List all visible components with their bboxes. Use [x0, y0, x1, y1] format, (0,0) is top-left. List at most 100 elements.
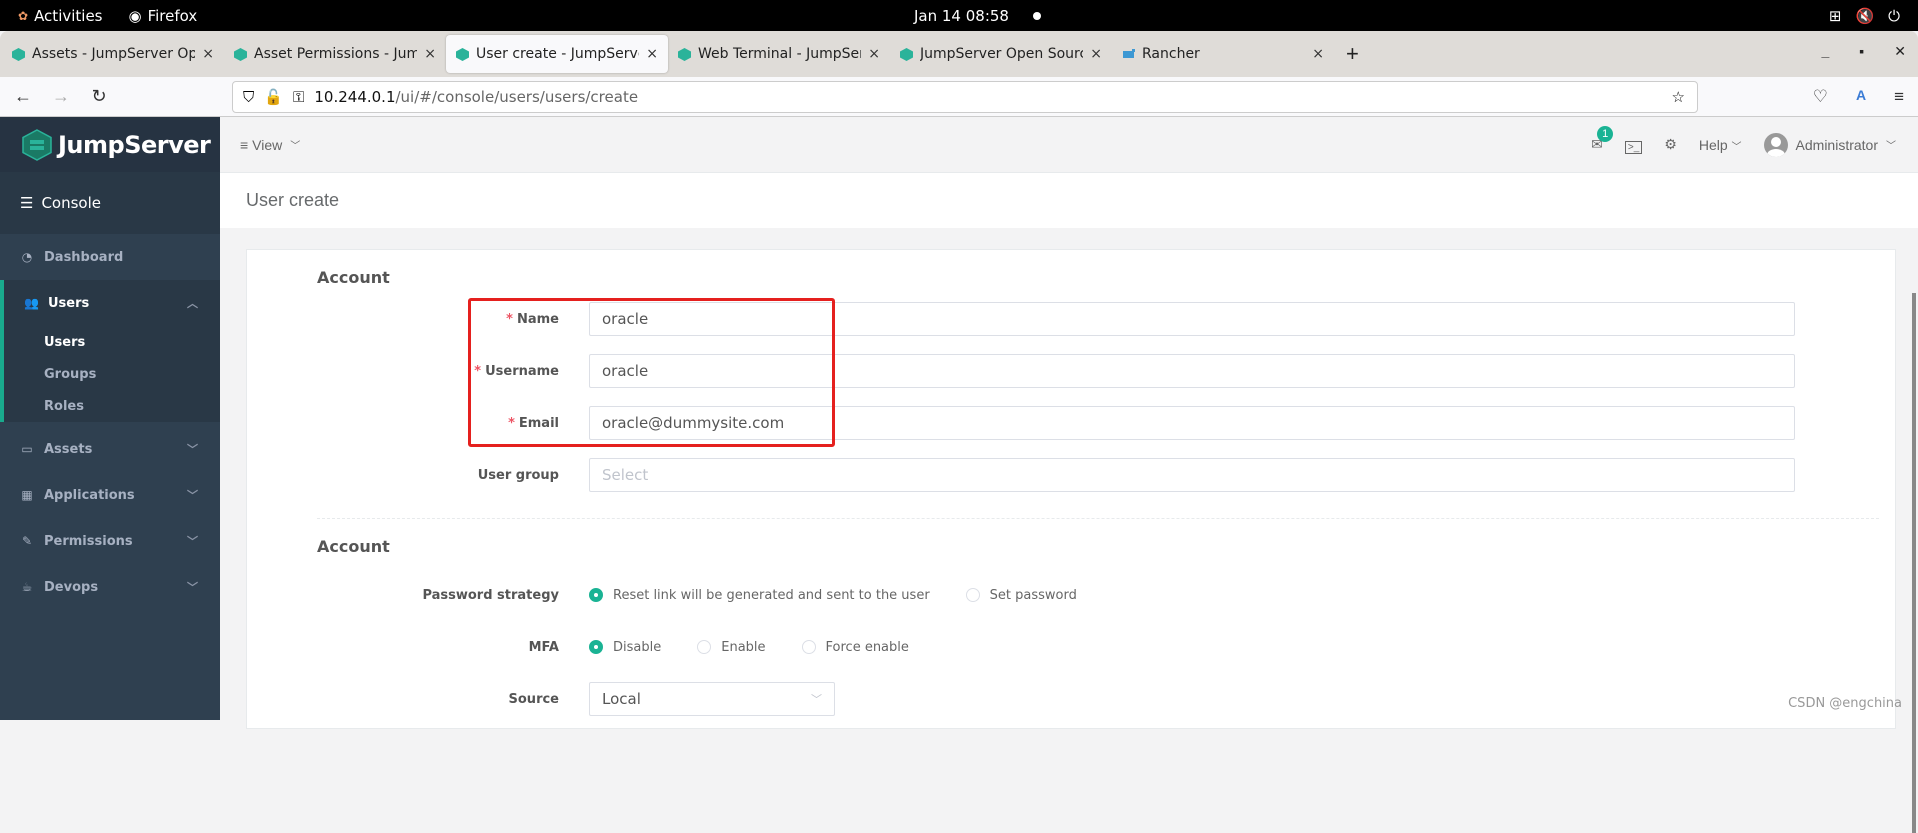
user-menu[interactable]: Administrator ﹀: [1764, 133, 1896, 157]
tab-bar: Assets - JumpServer Open × Asset Permiss…: [0, 31, 1918, 77]
radio-set-password[interactable]: Set password: [966, 588, 1077, 603]
radio-mfa-force-enable[interactable]: Force enable: [802, 640, 909, 655]
power-icon: ⏻: [1888, 7, 1900, 25]
forward-button[interactable]: →: [46, 86, 76, 107]
user-create-form: Account *Name oracle *Username oracle *E…: [246, 249, 1896, 729]
chevron-down-icon: ﹀: [187, 579, 198, 595]
clock[interactable]: Jan 14 08:58: [914, 7, 1041, 25]
users-icon: 👥: [24, 296, 38, 310]
avatar: [1764, 133, 1788, 157]
shield-icon[interactable]: ⛉: [243, 88, 254, 106]
hamburger-icon: ≡: [240, 137, 248, 153]
console-switch[interactable]: ☰ Console: [0, 172, 220, 234]
messages-button[interactable]: ✉ 1: [1591, 136, 1603, 153]
tab-rancher[interactable]: Rancher ×: [1112, 35, 1334, 73]
help-menu[interactable]: Help ﹀: [1699, 137, 1742, 153]
close-tab-icon[interactable]: ×: [202, 46, 214, 62]
watermark: CSDN @engchina: [1788, 696, 1902, 711]
form-row-mfa: MFA Disable Enable Force enable: [247, 630, 1895, 664]
jumpserver-favicon-icon: [234, 48, 247, 61]
sidebar-group-users: 👥 Users ︿ Users Groups Roles: [0, 280, 220, 422]
close-tab-icon[interactable]: ×: [646, 46, 658, 62]
email-input[interactable]: oracle@dummysite.com: [589, 406, 1795, 440]
sidebar-item-dashboard[interactable]: ◔ Dashboard: [0, 234, 220, 280]
bookmark-star-icon[interactable]: ☆: [1672, 88, 1685, 106]
notification-dot-icon: [1033, 12, 1041, 20]
radio-mfa-disable[interactable]: Disable: [589, 640, 661, 655]
sidebar-item-applications[interactable]: ▦ Applications ﹀: [0, 472, 220, 518]
back-button[interactable]: ←: [8, 86, 38, 107]
maximize-button[interactable]: ▪: [1859, 43, 1864, 60]
tab-assets[interactable]: Assets - JumpServer Open ×: [2, 35, 224, 73]
navigation-toolbar: ← → ↻ ⛉ 🔓 ⚿ 10.244.0.1/ui/#/console/user…: [0, 77, 1918, 117]
sidebar-subitem-roles[interactable]: Roles: [4, 390, 220, 422]
jumpserver-app: JumpServer ☰ Console ◔ Dashboard 👥 Users…: [0, 117, 1918, 720]
name-input[interactable]: oracle: [589, 302, 1795, 336]
radio-reset-link[interactable]: Reset link will be generated and sent to…: [589, 588, 930, 603]
mfa-radio-group: Disable Enable Force enable: [589, 640, 945, 655]
coffee-icon: ☕: [20, 580, 34, 594]
toolbar-right: ♡ A ≡: [1813, 87, 1904, 107]
user-group-select[interactable]: Select: [589, 458, 1795, 492]
close-window-button[interactable]: ✕: [1894, 43, 1906, 60]
close-tab-icon[interactable]: ×: [1312, 46, 1324, 62]
chevron-down-icon: ﹀: [1732, 142, 1742, 153]
web-terminal-button[interactable]: >_: [1625, 137, 1642, 153]
chevron-down-icon: ﹀: [187, 487, 198, 503]
tab-asset-permissions[interactable]: Asset Permissions - Jump ×: [224, 35, 446, 73]
insecure-lock-icon[interactable]: 🔓: [264, 88, 283, 106]
settings-button[interactable]: ⚙: [1664, 136, 1677, 153]
source-select[interactable]: Local ﹀: [589, 682, 835, 716]
form-row-username: *Username oracle: [247, 354, 1895, 388]
sliders-icon: ☰: [20, 194, 33, 212]
jumpserver-logo-icon: [22, 129, 52, 161]
grid-icon: ▦: [20, 488, 34, 502]
close-tab-icon[interactable]: ×: [1090, 46, 1102, 62]
dashboard-icon: ◔: [20, 250, 34, 264]
view-menu[interactable]: ≡ View ﹀: [240, 137, 300, 153]
logo[interactable]: JumpServer: [0, 117, 220, 172]
network-icon: ⊞: [1829, 7, 1842, 25]
url-bar[interactable]: ⛉ 🔓 ⚿ 10.244.0.1/ui/#/console/users/user…: [232, 81, 1698, 113]
sidebar-item-permissions[interactable]: ✎ Permissions ﹀: [0, 518, 220, 564]
system-tray[interactable]: ⊞ 🔇 ⏻: [1829, 7, 1900, 25]
sidebar: JumpServer ☰ Console ◔ Dashboard 👥 Users…: [0, 117, 220, 720]
section-title-account: Account: [317, 268, 390, 287]
gear-icon: ⚙: [1664, 136, 1677, 152]
tab-jumpserver-open-source[interactable]: JumpServer Open Source ×: [890, 35, 1112, 73]
sidebar-item-assets[interactable]: ▭ Assets ﹀: [0, 426, 220, 472]
terminal-icon: >_: [1625, 141, 1642, 154]
activities-button[interactable]: ✿ Activities: [18, 7, 103, 25]
chevron-down-icon: ﹀: [290, 137, 300, 152]
firefox-icon: ◉: [129, 7, 142, 25]
close-tab-icon[interactable]: ×: [424, 46, 436, 62]
jumpserver-favicon-icon: [456, 48, 469, 61]
gnome-icon: ✿: [18, 9, 28, 23]
sidebar-subitem-groups[interactable]: Groups: [4, 358, 220, 390]
tab-user-create[interactable]: User create - JumpServer ×: [446, 35, 668, 73]
sidebar-subitem-users[interactable]: Users: [4, 326, 220, 358]
firefox-app-menu[interactable]: ◉ Firefox: [129, 7, 198, 25]
reload-button[interactable]: ↻: [84, 86, 114, 107]
pocket-icon[interactable]: ♡: [1813, 87, 1828, 107]
inbox-icon: ▭: [20, 442, 34, 456]
main-content: ≡ View ﹀ ✉ 1 >_ ⚙ Help ﹀ Administrator ﹀…: [220, 117, 1918, 720]
key-icon[interactable]: ⚿: [293, 88, 304, 106]
sidebar-item-users[interactable]: 👥 Users ︿: [4, 280, 220, 326]
chevron-down-icon: ﹀: [1886, 137, 1896, 152]
form-row-name: *Name oracle: [247, 302, 1895, 336]
system-top-bar: ✿ Activities ◉ Firefox Jan 14 08:58 ⊞ 🔇 …: [0, 0, 1918, 31]
sidebar-item-devops[interactable]: ☕ Devops ﹀: [0, 564, 220, 610]
message-count-badge: 1: [1597, 126, 1613, 142]
translate-icon[interactable]: A: [1856, 87, 1866, 107]
new-tab-button[interactable]: +: [1346, 41, 1359, 67]
minimize-button[interactable]: _: [1822, 43, 1830, 60]
chevron-down-icon: ﹀: [187, 441, 198, 457]
radio-mfa-enable[interactable]: Enable: [697, 640, 765, 655]
scrollbar[interactable]: [1912, 293, 1916, 833]
edit-icon: ✎: [20, 534, 34, 548]
username-input[interactable]: oracle: [589, 354, 1795, 388]
menu-icon[interactable]: ≡: [1894, 87, 1904, 107]
close-tab-icon[interactable]: ×: [868, 46, 880, 62]
tab-web-terminal[interactable]: Web Terminal - JumpServ ×: [668, 35, 890, 73]
